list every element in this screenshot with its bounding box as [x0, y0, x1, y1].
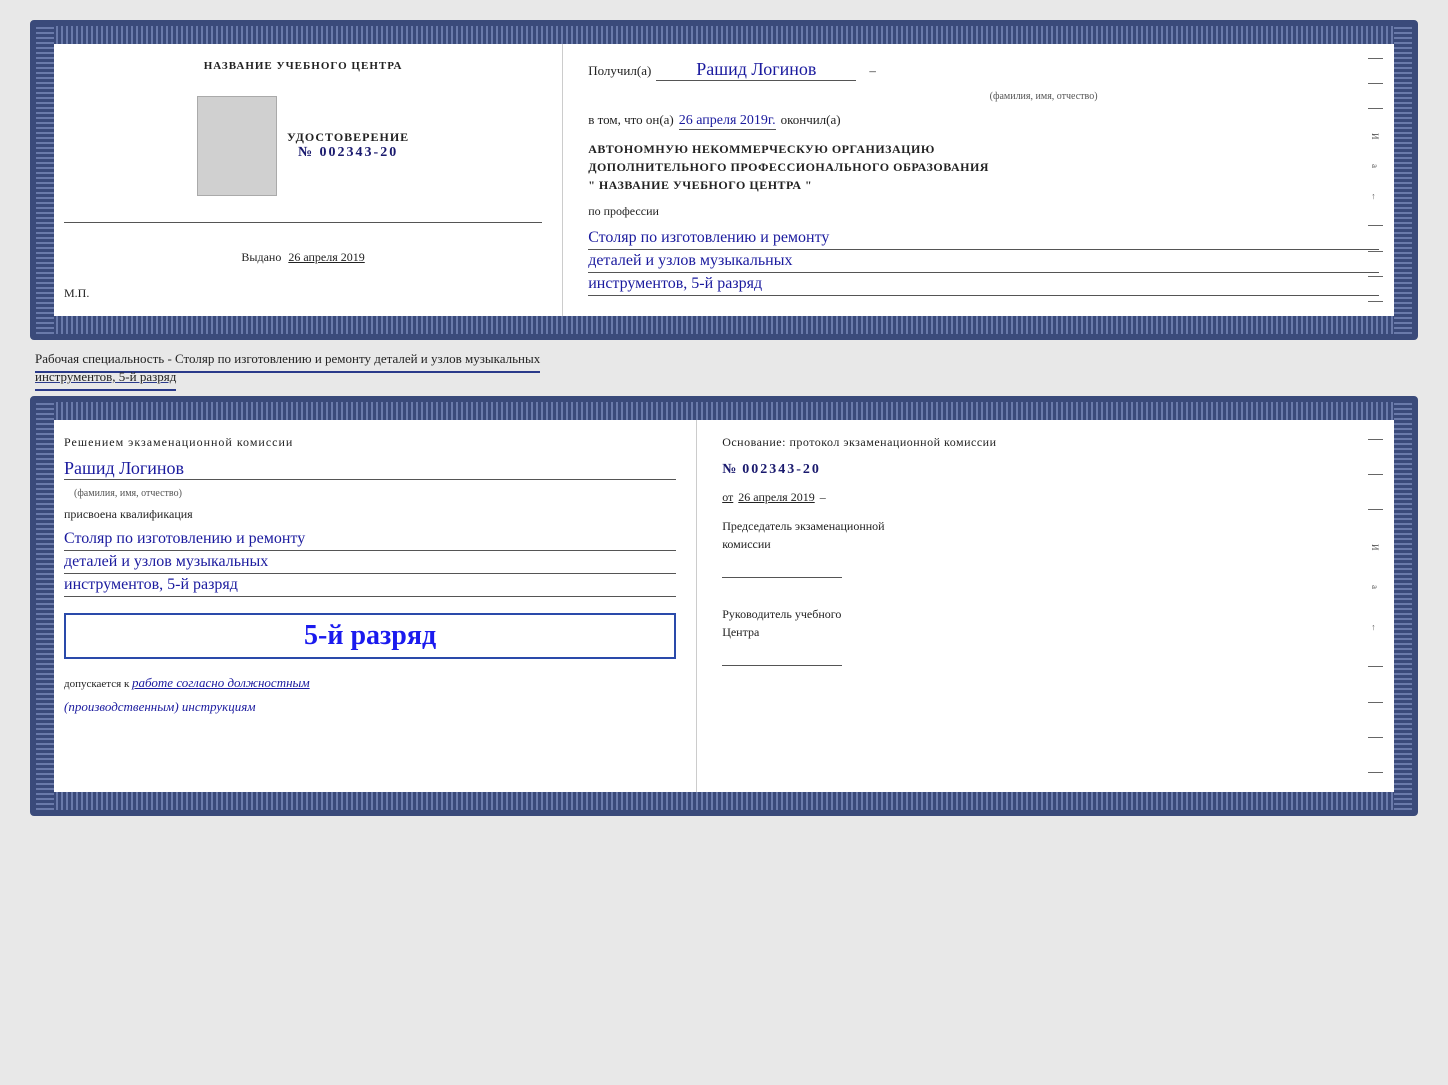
bottom-cert-left-panel: Решением экзаменационной комиссии Рашид …: [54, 420, 697, 816]
profession-line-2: деталей и узлов музыкальных: [588, 252, 1379, 273]
vydano-line: Выдано 26 апреля 2019: [241, 250, 364, 265]
protocol-number-line: № 002343-20: [722, 462, 1379, 478]
osnovanie-text: Основание: протокол экзаменационной коми…: [722, 435, 1379, 450]
dopuskaetsya-line: допускается к работе согласно должностны…: [64, 675, 676, 691]
right-deco-bottom: И а ←: [1360, 422, 1390, 790]
vtom-date: 26 апреля 2019г.: [679, 113, 776, 130]
prisvoena-text: присвоена квалификация: [64, 507, 676, 522]
top-cert-left-panel: НАЗВАНИЕ УЧЕБНОГО ЦЕНТРА УДОСТОВЕРЕНИЕ №…: [54, 44, 563, 316]
rabota-text: работе согласно должностным: [132, 675, 310, 690]
bottom-top-border-texture: [36, 402, 1412, 420]
top-certificate: НАЗВАНИЕ УЧЕБНОГО ЦЕНТРА УДОСТОВЕРЕНИЕ №…: [30, 20, 1418, 340]
instruktsii-line: (производственным) инструкциям: [64, 699, 676, 715]
qualification-lines: Столяр по изготовлению и ремонту деталей…: [64, 530, 676, 597]
poluchil-line: Получил(а) Рашид Логинов –: [588, 59, 1379, 81]
udostoverenie-block: УДОСТОВЕРЕНИЕ № 002343-20: [287, 130, 409, 161]
bottom-bottom-border-texture: [36, 792, 1412, 810]
ot-date: 26 апреля 2019: [738, 490, 814, 505]
center-title: НАЗВАНИЕ УЧЕБНОГО ЦЕНТРА: [204, 59, 403, 74]
recipient-name-top: Рашид Логинов: [696, 59, 816, 80]
vtom-line: в том, что он(а) 26 апреля 2019г. окончи…: [588, 112, 1379, 130]
photo-placeholder: [197, 96, 277, 196]
protocol-number-prefix: №: [722, 462, 738, 478]
mp-line: М.П.: [64, 286, 89, 301]
rukovoditel-signature: [722, 646, 842, 666]
instruktsii-text: (производственным) инструкциям: [64, 699, 256, 714]
recipient-name-bottom: Рашид Логинов: [64, 458, 184, 479]
bottom-cert-right-panel: Основание: протокол экзаменационной коми…: [697, 420, 1394, 792]
profession-line-1: Столяр по изготовлению и ремонту: [588, 229, 1379, 250]
qual-line-3: инструментов, 5-й разряд: [64, 576, 676, 597]
ot-line: от 26 апреля 2019 –: [722, 490, 1379, 505]
bottom-right-border-texture: [1394, 402, 1412, 810]
org-block: АВТОНОМНУЮ НЕКОММЕРЧЕСКУЮ ОРГАНИЗАЦИЮ ДО…: [588, 140, 1379, 194]
profession-lines-top: Столяр по изготовлению и ремонту деталей…: [588, 229, 1379, 296]
divider-line-1: [64, 222, 542, 223]
udostoverenie-label: УДОСТОВЕРЕНИЕ: [287, 130, 409, 145]
top-border-texture: [36, 26, 1412, 44]
udostoverenie-number: № 002343-20: [287, 145, 409, 161]
fio-label-bottom: (фамилия, имя, отчество): [74, 488, 676, 499]
top-cert-inner: НАЗВАНИЕ УЧЕБНОГО ЦЕНТРА УДОСТОВЕРЕНИЕ №…: [54, 44, 1394, 316]
profession-line-3: инструментов, 5-й разряд: [588, 275, 1379, 296]
predsedatel-block: Председатель экзаменационной комиссии: [722, 517, 1379, 578]
bottom-certificate: Решением экзаменационной комиссии Рашид …: [30, 396, 1418, 816]
qual-line-1: Столяр по изготовлению и ремонту: [64, 530, 676, 551]
fio-label-top: (фамилия, имя, отчество): [708, 91, 1379, 102]
page-wrapper: НАЗВАНИЕ УЧЕБНОГО ЦЕНТРА УДОСТОВЕРЕНИЕ №…: [10, 10, 1438, 826]
top-cert-right-panel: Получил(а) Рашид Логинов – (фамилия, имя…: [563, 44, 1394, 316]
specialty-label-line2: инструментов, 5-й разряд: [35, 364, 176, 391]
po-professii: по профессии: [588, 204, 1379, 219]
bottom-cert-inner: Решением экзаменационной комиссии Рашид …: [54, 420, 1394, 792]
resheniem-text: Решением экзаменационной комиссии: [64, 435, 676, 450]
right-deco-top: И а ←: [1360, 46, 1390, 314]
protocol-number-value: 002343-20: [742, 462, 821, 478]
bottom-border-texture: [36, 316, 1412, 334]
razryad-box: 5-й разряд: [64, 613, 676, 659]
rukovoditel-block: Руководитель учебного Центра: [722, 605, 1379, 666]
qual-line-2: деталей и узлов музыкальных: [64, 553, 676, 574]
predsedatel-signature: [722, 558, 842, 578]
specialty-label-wrapper: Рабочая специальность - Столяр по изгото…: [30, 348, 1418, 388]
right-border-texture: [1394, 26, 1412, 334]
left-border-texture: [36, 26, 54, 334]
bottom-left-border-texture: [36, 402, 54, 810]
